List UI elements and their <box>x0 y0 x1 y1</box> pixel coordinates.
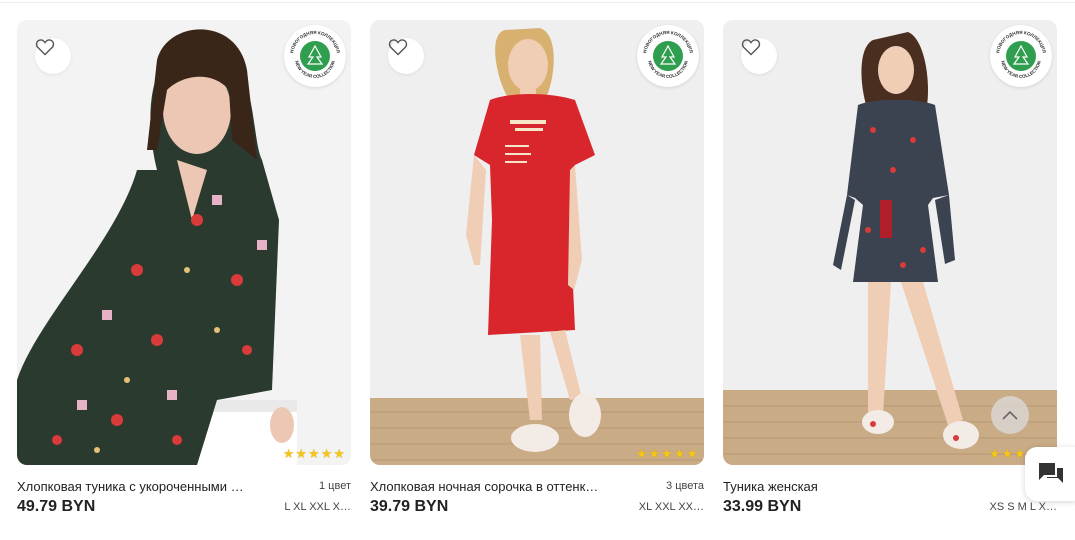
size-list: L XL XXL X… <box>284 501 351 513</box>
size-list: XL XXL XX… <box>638 501 704 513</box>
product-card[interactable]: НОВОГОДНЯЯ КОЛЛЕКЦИЯ NEW YEAR COLLECTION… <box>370 20 704 520</box>
star-icon: ★ <box>648 446 661 461</box>
product-price: 39.79 BYN <box>370 498 449 515</box>
star-icon: ★ <box>1001 446 1014 461</box>
new-year-collection-badge: НОВОГОДНЯЯ КОЛЛЕКЦИЯ NEW YEAR COLLECTION <box>637 25 699 87</box>
product-card[interactable]: НОВОГОДНЯЯ КОЛЛЕКЦИЯ NEW YEAR COLLECTION… <box>17 20 351 520</box>
product-photo[interactable]: НОВОГОДНЯЯ КОЛЛЕКЦИЯ NEW YEAR COLLECTION… <box>370 20 704 465</box>
chevron-up-icon <box>1002 410 1018 420</box>
star-icon: ★ <box>988 446 1001 461</box>
new-year-collection-badge: НОВОГОДНЯЯ КОЛЛЕКЦИЯ NEW YEAR COLLECTION <box>284 25 346 87</box>
product-title[interactable]: Хлопковая ночная сорочка в оттенк… <box>370 479 620 494</box>
rating-stars: ★ ★ ★ ★ ★ <box>636 447 698 460</box>
size-list: XS S M L X… <box>989 501 1057 513</box>
star-icon: ★ <box>661 446 673 461</box>
star-icon: ★ <box>282 446 295 461</box>
product-title[interactable]: Хлопковая туника с укороченными … <box>17 479 267 494</box>
heart-outline-icon <box>35 39 55 56</box>
rating-stars: ★ ★ ★ ★ ★ <box>283 447 345 460</box>
favorite-button[interactable] <box>35 38 71 74</box>
product-card[interactable]: НОВОГОДНЯЯ КОЛЛЕКЦИЯ NEW YEAR COLLECTION… <box>723 20 1057 520</box>
product-title[interactable]: Туника женская <box>723 479 973 494</box>
star-icon: ★ <box>295 446 308 461</box>
star-icon: ★ <box>1014 446 1026 461</box>
star-icon: ★ <box>673 446 686 461</box>
star-icon: ★ <box>686 446 698 461</box>
chat-bubbles-icon <box>1039 463 1063 483</box>
star-icon: ★ <box>635 446 648 461</box>
heart-outline-icon <box>388 39 408 56</box>
color-count: 3 цвета <box>666 480 704 492</box>
heart-outline-icon <box>741 39 761 56</box>
new-year-collection-badge: НОВОГОДНЯЯ КОЛЛЕКЦИЯ NEW YEAR COLLECTION <box>990 25 1052 87</box>
star-icon: ★ <box>333 446 345 461</box>
product-photo[interactable]: НОВОГОДНЯЯ КОЛЛЕКЦИЯ NEW YEAR COLLECTION… <box>17 20 351 465</box>
favorite-button[interactable] <box>388 38 424 74</box>
star-icon: ★ <box>320 446 333 461</box>
scroll-to-top-button[interactable] <box>991 396 1029 434</box>
chat-button[interactable] <box>1025 447 1075 501</box>
star-icon: ★ <box>308 446 320 461</box>
favorite-button[interactable] <box>741 38 777 74</box>
top-divider <box>0 2 1075 3</box>
color-count: 1 цвет <box>319 480 351 492</box>
product-price: 33.99 BYN <box>723 498 802 515</box>
product-price: 49.79 BYN <box>17 498 96 515</box>
